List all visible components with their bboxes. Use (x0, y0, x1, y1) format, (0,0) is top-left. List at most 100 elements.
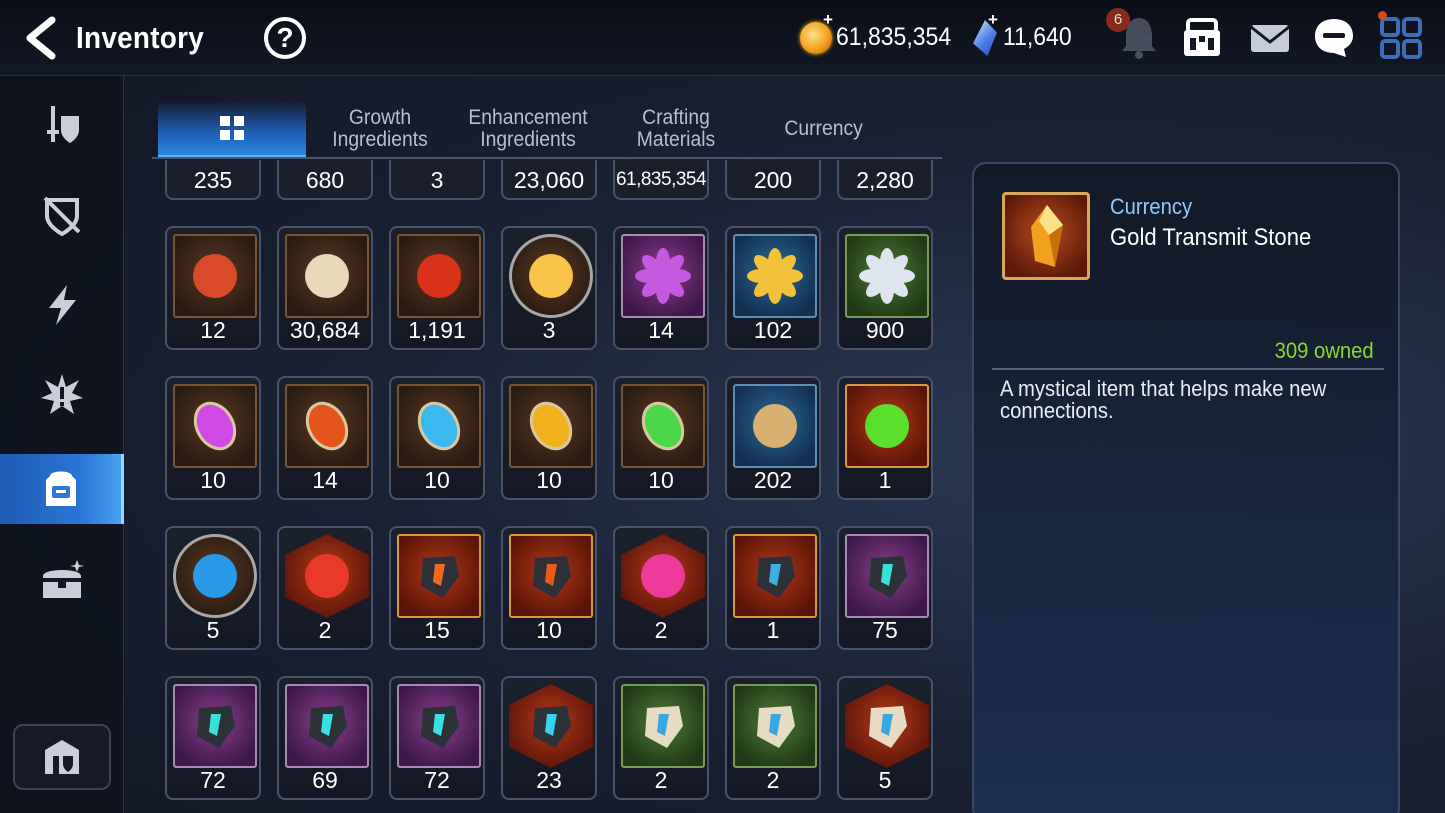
inventory-grid[interactable]: 235 680 3 23,060 61,835,354 200 2,280 12 30,684… (152, 160, 942, 813)
inventory-item[interactable]: 2 (613, 676, 709, 800)
ice-rune-icon (397, 384, 481, 468)
item-graphic (641, 554, 685, 598)
inventory-item[interactable]: 23 (501, 676, 597, 800)
inventory-item[interactable]: 72 (389, 676, 485, 800)
item-graphic (533, 706, 571, 748)
back-arrow-icon[interactable] (22, 16, 62, 60)
inventory-item[interactable]: 202 (725, 376, 821, 500)
item-graphic (309, 706, 347, 748)
inventory-item[interactable]: 3 (501, 226, 597, 350)
inventory-item[interactable]: 30,684 (277, 226, 373, 350)
item-count[interactable]: 3 (389, 160, 485, 200)
inventory-item[interactable]: 75 (837, 526, 933, 650)
tab-all[interactable] (158, 100, 306, 158)
gold-transmit-stone-icon (1002, 192, 1090, 280)
item-count[interactable]: 61,835,354 (613, 160, 709, 200)
inventory-item[interactable]: 10 (613, 376, 709, 500)
pale-boot-stone-icon (733, 684, 817, 768)
sidebar-item-artifacts[interactable] (0, 180, 124, 250)
item-count: 15 (424, 617, 450, 643)
inventory-item[interactable]: 5 (165, 526, 261, 650)
top-bar: Inventory ? + 61,835,354 + 11,640 6 (0, 0, 1445, 76)
item-graphic (859, 248, 915, 304)
burst-icon (41, 374, 83, 414)
item-count: 14 (312, 467, 338, 493)
item-graphic (865, 404, 909, 448)
item-detail-panel: Currency Gold Transmit Stone 309 owned A… (972, 162, 1400, 813)
inventory-item[interactable]: 900 (837, 226, 933, 350)
green-orb-icon (845, 384, 929, 468)
red-stone-icon (509, 534, 593, 618)
blue-sigil-icon (173, 534, 257, 618)
item-graphic (193, 554, 237, 598)
inventory-item[interactable]: 2 (277, 526, 373, 650)
inventory-item[interactable]: 10 (501, 376, 597, 500)
item-graphic (757, 556, 795, 598)
chat-icon[interactable] (1312, 16, 1356, 60)
item-count: 2 (318, 617, 332, 643)
sidebar (0, 76, 124, 813)
item-graphic (757, 706, 795, 748)
inventory-item[interactable]: 2 (725, 676, 821, 800)
backpack-icon (45, 471, 76, 506)
item-count[interactable]: 2,280 (837, 160, 933, 200)
inventory-item[interactable]: 12 (165, 226, 261, 350)
shop-icon[interactable] (1180, 16, 1224, 60)
item-count: 10 (536, 617, 562, 643)
item-count: 10 (200, 467, 226, 493)
sidebar-fortress-button[interactable] (13, 724, 111, 790)
help-icon[interactable]: ? (264, 17, 306, 59)
inventory-item[interactable]: 69 (277, 676, 373, 800)
item-count[interactable]: 235 (165, 160, 261, 200)
red-crystal-icon (285, 534, 369, 618)
inventory-item[interactable]: 10 (501, 526, 597, 650)
inventory-item[interactable]: 10 (389, 376, 485, 500)
sidebar-item-awakening[interactable] (0, 360, 124, 430)
tab-currency[interactable]: Currency (750, 100, 898, 158)
hammer-stone-icon (733, 534, 817, 618)
inventory-item[interactable]: 14 (277, 376, 373, 500)
tab-label: Growth Ingredients (332, 106, 428, 151)
item-graphic (635, 248, 691, 304)
item-count: 72 (200, 767, 226, 793)
fortress-icon (45, 740, 79, 774)
page-title: Inventory (76, 20, 205, 55)
tab-enhancement-ingredients[interactable]: Enhancement Ingredients (454, 100, 602, 158)
sidebar-item-storage[interactable] (0, 546, 124, 616)
inventory-item[interactable]: 5 (837, 676, 933, 800)
mail-icon[interactable] (1248, 16, 1292, 60)
inventory-item[interactable]: 1 (725, 526, 821, 650)
tab-growth-ingredients[interactable]: Growth Ingredients (306, 100, 454, 158)
inventory-item[interactable]: 15 (389, 526, 485, 650)
tabs-divider (152, 157, 942, 159)
item-graphic (869, 706, 907, 748)
item-count: 1 (878, 467, 892, 493)
item-count[interactable]: 23,060 (501, 160, 597, 200)
inventory-item[interactable]: 1 (837, 376, 933, 500)
chest-icon (43, 560, 84, 598)
inventory-item[interactable]: 72 (165, 676, 261, 800)
inventory-item[interactable]: 2 (613, 526, 709, 650)
inventory-item[interactable]: 14 (613, 226, 709, 350)
armor-stone-icon (285, 684, 369, 768)
tab-crafting-materials[interactable]: Crafting Materials (602, 100, 750, 158)
item-count: 10 (424, 467, 450, 493)
sidebar-item-equipment[interactable] (0, 90, 124, 160)
inventory-item[interactable]: 1,191 (389, 226, 485, 350)
item-count[interactable]: 200 (725, 160, 821, 200)
red-armor-stone-icon (397, 534, 481, 618)
inventory-item[interactable]: 10 (165, 376, 261, 500)
tab-label: Enhancement Ingredients (468, 106, 588, 151)
item-graphic (417, 401, 461, 451)
menu-grid-icon[interactable] (1379, 16, 1423, 60)
crystal-plus-icon[interactable]: + (988, 10, 998, 30)
sword-stone-icon (845, 534, 929, 618)
gold-plus-icon[interactable]: + (823, 10, 833, 30)
sidebar-item-skills[interactable] (0, 270, 124, 340)
inventory-item[interactable]: 102 (725, 226, 821, 350)
earth-rune-icon (621, 384, 705, 468)
item-count[interactable]: 680 (277, 160, 373, 200)
sidebar-item-inventory[interactable] (0, 454, 124, 524)
item-graphic (747, 248, 803, 304)
purple-flower-icon (621, 234, 705, 318)
